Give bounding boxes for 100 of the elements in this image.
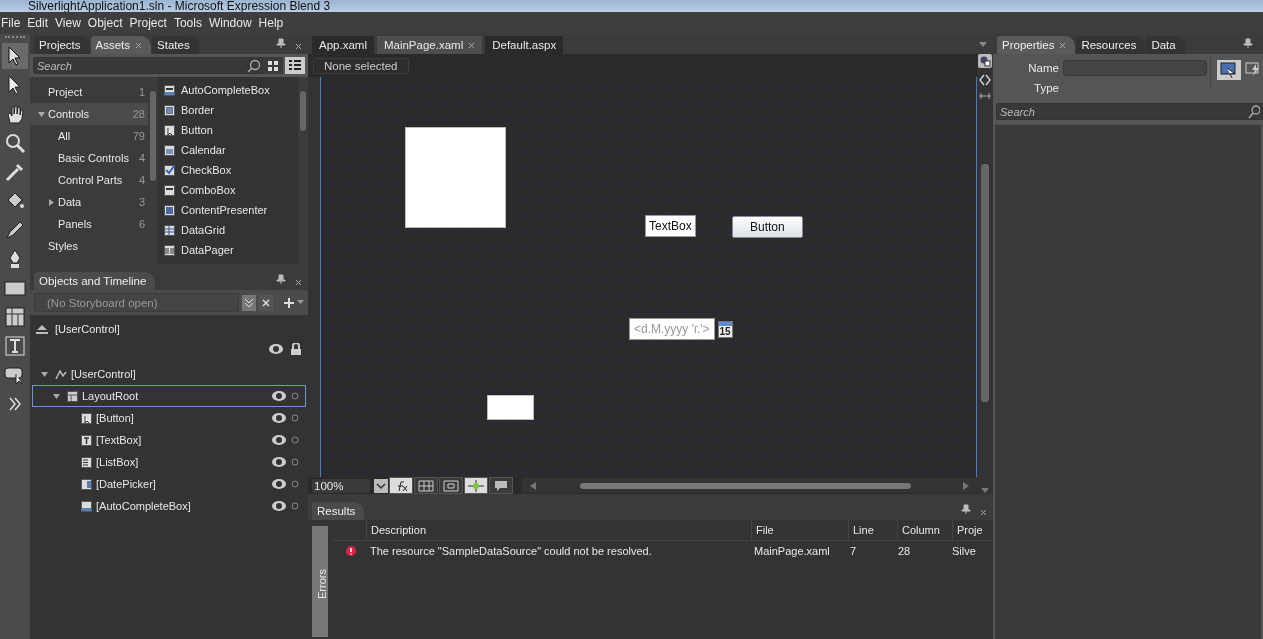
category-item[interactable]: Data 3 (30, 191, 148, 213)
menu-item[interactable]: Object (86, 16, 129, 30)
column-header[interactable]: Line (848, 520, 897, 540)
category-item[interactable]: Basic Controls 4 (30, 147, 148, 169)
calendar-icon[interactable]: 15 (717, 320, 733, 338)
panel-tab[interactable]: States (152, 36, 199, 54)
close-icon[interactable] (980, 509, 987, 516)
panel-tab[interactable]: Resources (1076, 36, 1146, 54)
chevron-down-icon[interactable] (242, 294, 256, 311)
grid-view-icon[interactable] (263, 57, 283, 74)
tree-item[interactable]: [Button] (32, 407, 306, 429)
scroll-right-icon[interactable] (963, 481, 969, 490)
caret-icon[interactable] (297, 300, 304, 305)
document-tab[interactable]: App.xaml (312, 36, 374, 54)
dropdown-icon[interactable] (374, 478, 388, 493)
eye-icon[interactable] (271, 390, 287, 402)
eye-icon[interactable] (271, 500, 287, 512)
zoom-field[interactable]: 100% (312, 478, 370, 493)
search-field[interactable]: Search (33, 57, 264, 74)
lock-toggle-icon[interactable] (291, 414, 299, 422)
category-item[interactable]: Control Parts 4 (30, 169, 148, 191)
lock-toggle-icon[interactable] (291, 480, 299, 488)
asset-item[interactable]: CheckBox (158, 160, 298, 180)
expander-icon[interactable] (47, 196, 55, 208)
layers-icon[interactable] (978, 54, 992, 68)
pin-icon[interactable] (1243, 38, 1253, 48)
eye-icon[interactable] (271, 456, 287, 468)
asset-item[interactable]: DataGrid (158, 220, 298, 240)
menu-item[interactable]: Project (128, 16, 173, 30)
eye-icon[interactable] (271, 434, 287, 446)
scroll-left-icon[interactable] (530, 481, 536, 490)
tree-item[interactable]: [ListBox] (32, 451, 306, 473)
tree-item[interactable]: [DatePicker] (32, 473, 306, 495)
asset-item[interactable]: Button (158, 120, 298, 140)
split-icon[interactable] (979, 92, 991, 100)
close-icon[interactable] (135, 42, 143, 49)
eye-icon[interactable] (268, 343, 284, 355)
category-item[interactable]: Panels 6 (30, 213, 148, 235)
scrollbar[interactable] (298, 77, 308, 264)
asset-item[interactable]: AutoCompleteBox (158, 80, 298, 100)
fx-toggle-icon[interactable] (389, 477, 413, 494)
storyboard-field[interactable]: (No Storyboard open) (34, 293, 239, 312)
pin-icon[interactable] (961, 504, 971, 514)
grid-toggle-icon[interactable] (414, 477, 438, 494)
plus-icon[interactable] (283, 296, 295, 309)
close-icon[interactable] (468, 42, 476, 49)
panel-tab[interactable]: Assets (90, 36, 152, 54)
panel-tab[interactable]: Properties (997, 36, 1076, 54)
category-item[interactable]: Project 1 (30, 81, 148, 103)
category-item[interactable]: Styles (30, 235, 148, 257)
menu-item[interactable]: Window (207, 16, 258, 30)
document-tab[interactable]: MainPage.xaml (376, 36, 483, 54)
tree-item[interactable]: [AutoCompleteBox] (32, 495, 306, 517)
close-icon[interactable] (259, 294, 273, 311)
code-icon[interactable] (979, 74, 991, 86)
eye-icon[interactable] (271, 412, 287, 424)
asset-item[interactable]: Border (158, 100, 298, 120)
selection-tool-icon[interactable] (2, 43, 28, 69)
close-icon[interactable] (295, 279, 302, 286)
menu-item[interactable]: Edit (26, 16, 55, 30)
list-view-icon[interactable] (285, 57, 305, 74)
pin-icon[interactable] (276, 38, 286, 48)
asset-item[interactable]: DataPager (158, 240, 298, 260)
panel-tab[interactable]: Projects (34, 36, 90, 54)
eye-icon[interactable] (271, 478, 287, 490)
menu-item[interactable]: File (0, 16, 27, 30)
text-tool-icon[interactable] (2, 333, 28, 359)
menu-item[interactable]: Tools (172, 16, 208, 30)
name-field[interactable] (1063, 60, 1207, 76)
lock-toggle-icon[interactable] (291, 502, 299, 510)
column-header[interactable]: File (751, 520, 848, 540)
annotation-toggle-icon[interactable] (489, 477, 513, 494)
snaplines-toggle-icon[interactable] (464, 477, 488, 494)
breadcrumb[interactable]: None selected (313, 57, 409, 74)
panel-tab[interactable]: Data (1146, 36, 1185, 54)
lock-toggle-icon[interactable] (291, 392, 299, 400)
asset-item[interactable]: ComboBox (158, 180, 298, 200)
menu-item[interactable]: View (54, 16, 87, 30)
tree-item[interactable]: [UserControl] (32, 363, 306, 385)
lock-toggle-icon[interactable] (291, 436, 299, 444)
document-tab[interactable]: Default.aspx (485, 36, 564, 54)
category-item[interactable]: All 79 (30, 125, 148, 147)
snap-toggle-icon[interactable] (439, 477, 463, 494)
button-control[interactable]: Button (732, 216, 803, 238)
close-icon[interactable] (1059, 42, 1067, 49)
scroll-down-icon[interactable] (981, 488, 989, 494)
lock-toggle-icon[interactable] (291, 458, 299, 466)
tree-item[interactable]: [TextBox] (32, 429, 306, 451)
caret-icon[interactable] (979, 42, 987, 48)
textbox-control[interactable]: TextBox (645, 215, 696, 237)
lock-icon[interactable] (290, 343, 302, 355)
properties-view-icon[interactable] (1217, 60, 1241, 80)
column-header[interactable]: Column (897, 520, 952, 540)
errors-tab[interactable]: Errors (312, 526, 328, 637)
tree-item[interactable]: LayoutRoot (32, 385, 306, 407)
close-icon[interactable] (295, 43, 302, 50)
horizontal-scrollbar[interactable] (522, 478, 977, 493)
asset-item[interactable]: ContentPresenter (158, 200, 298, 220)
column-header[interactable]: Description (366, 520, 751, 540)
results-tab[interactable]: Results (312, 502, 365, 520)
